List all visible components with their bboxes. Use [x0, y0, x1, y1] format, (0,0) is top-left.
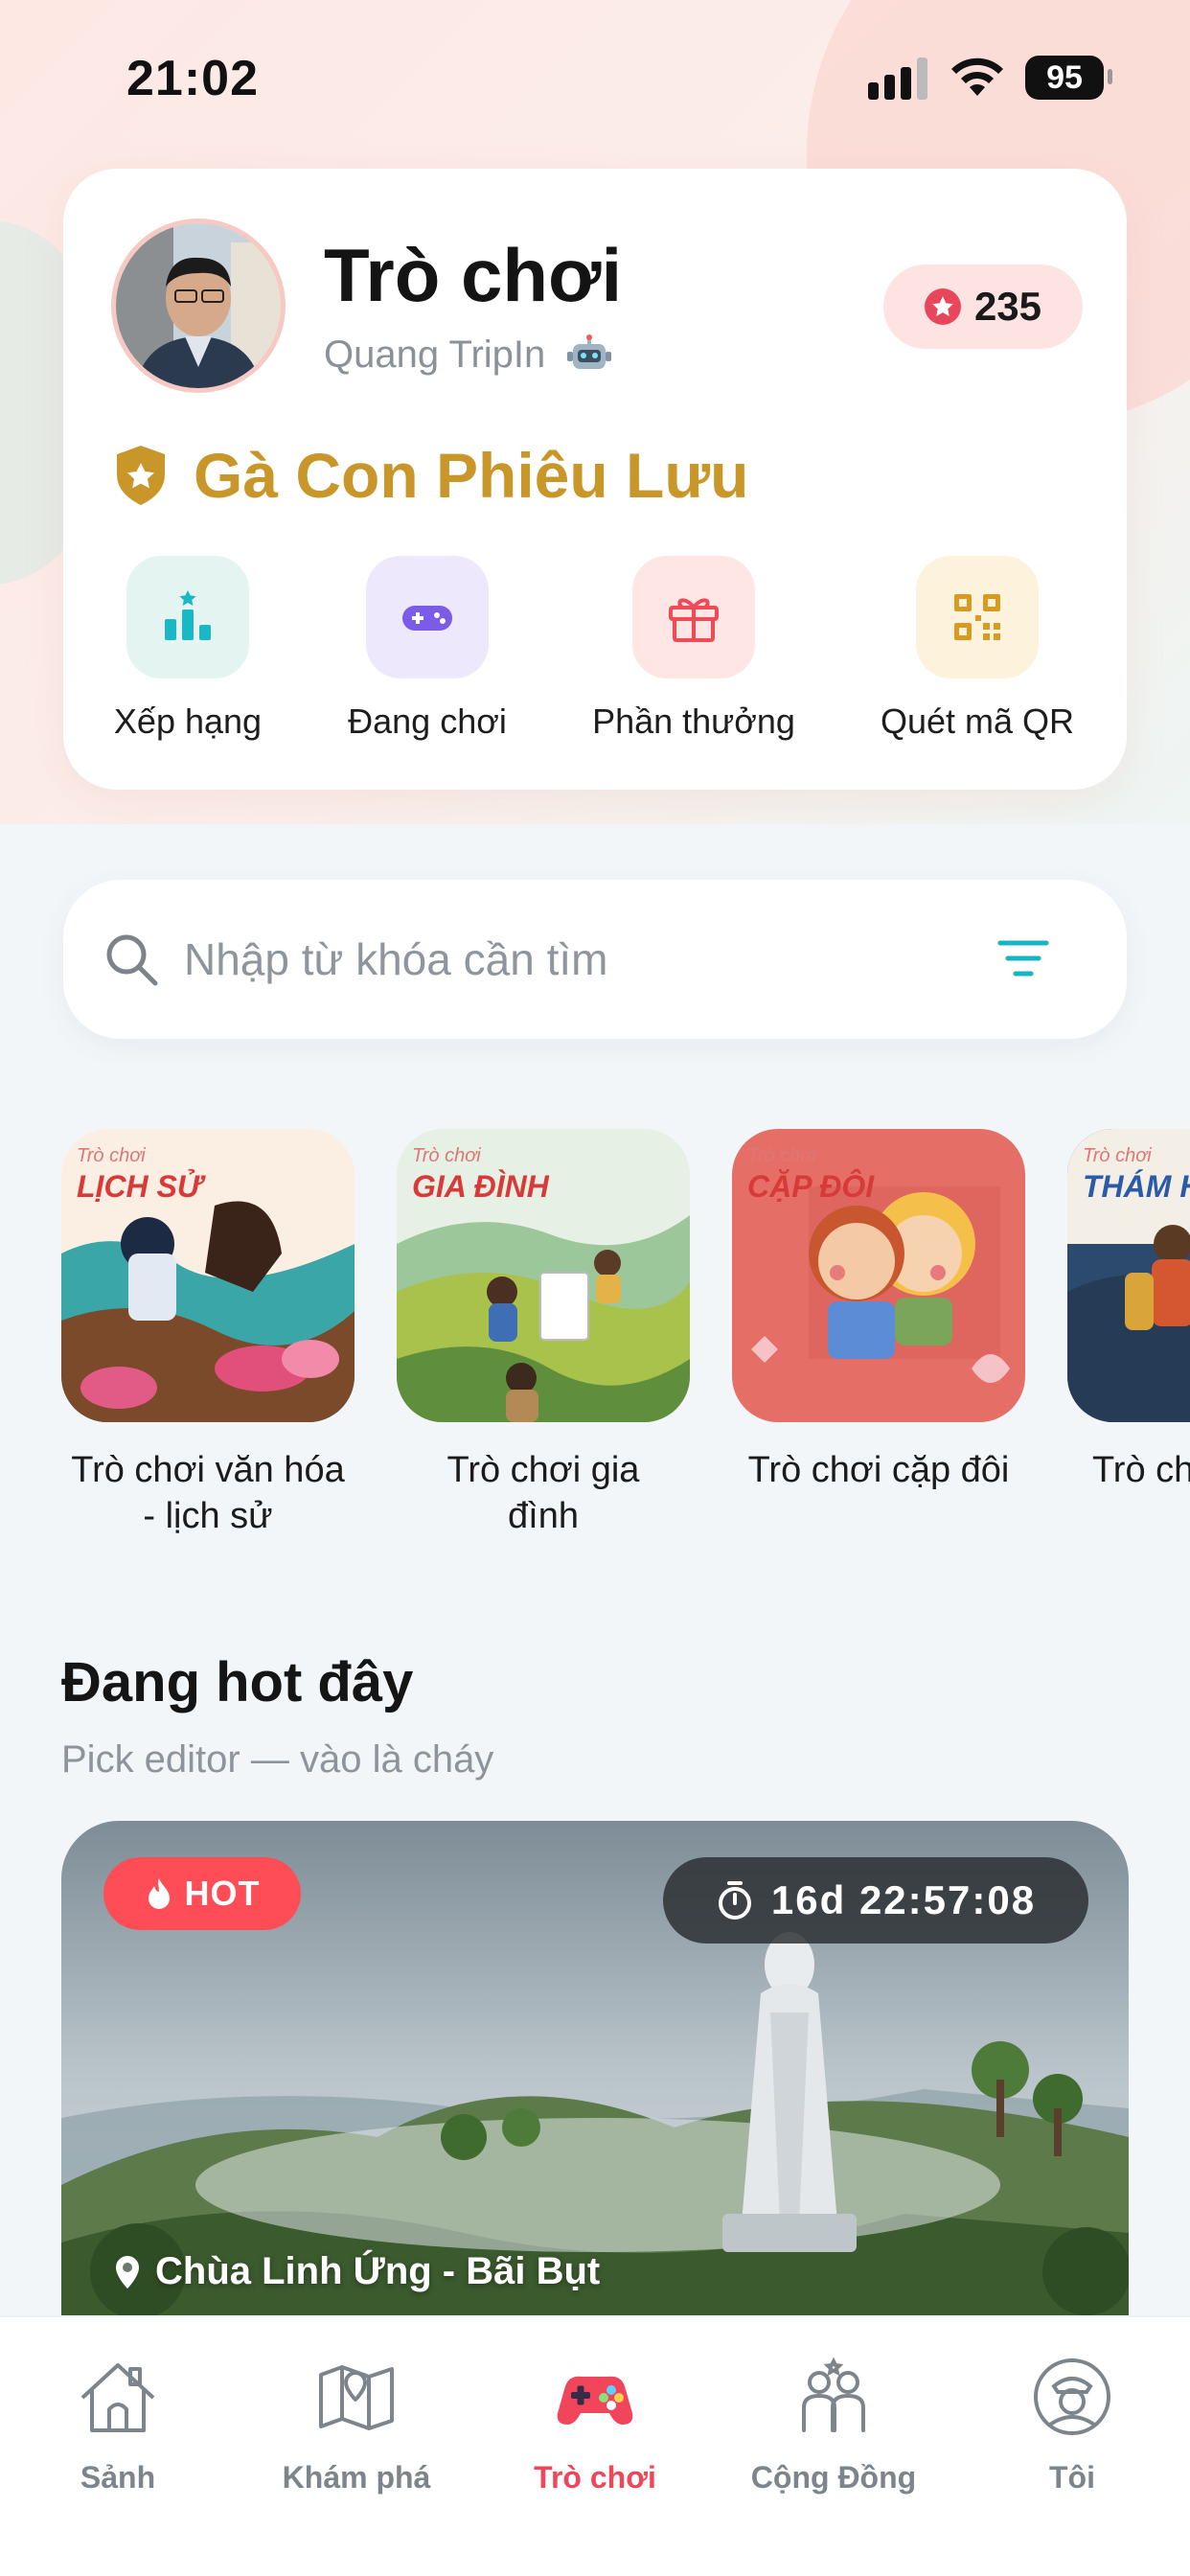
tab-label: Trò chơi — [534, 2460, 656, 2495]
shield-icon — [117, 446, 165, 505]
category-label: Trò chh — [1092, 1450, 1190, 1490]
category-image: Trò chơi CẶP ĐÔI — [732, 1129, 1025, 1422]
category-label: Trò chơi văn hóa - lịch sử — [71, 1450, 345, 1536]
hot-badge: HOT — [103, 1857, 301, 1930]
game-controller-icon — [557, 2376, 633, 2425]
tab-explore[interactable]: Khám phá — [261, 2354, 452, 2496]
tab-games[interactable]: Trò chơi — [499, 2354, 691, 2496]
home-icon — [80, 2363, 155, 2432]
category-tag: Trò chơi CẶP ĐÔI — [747, 1145, 875, 1204]
countdown-timer: 16d 22:57:08 — [663, 1857, 1088, 1944]
stopwatch-icon — [718, 1881, 751, 1920]
category-card-family[interactable]: Trò chơi GIA ĐÌNH Trò chơi gia đình — [397, 1129, 690, 1539]
tab-label: Sảnh — [80, 2460, 156, 2495]
tab-home[interactable]: Sảnh — [22, 2354, 214, 2496]
quick-action-label: Xếp hạng — [113, 702, 263, 741]
category-card-explore[interactable]: Trò chơiTHÁM HI Trò chh — [1067, 1129, 1190, 1539]
tab-label: Tôi — [1049, 2460, 1095, 2495]
hot-badge-label: HOT — [184, 1874, 261, 1913]
category-image: Trò chơi GIA ĐÌNH — [397, 1129, 690, 1422]
quick-action-rewards[interactable]: Phần thưởng — [579, 556, 809, 742]
section-subtitle: Pick editor — vào là cháy — [61, 1738, 494, 1781]
category-label: Trò chơi cặp đôi — [747, 1450, 1010, 1490]
category-card-history[interactable]: Trò chơi LỊCH SỬ Trò chơi văn hóa - lịch s… — [61, 1129, 355, 1539]
community-icon — [802, 2357, 865, 2432]
quick-action-scan-qr[interactable]: Quét mã QR — [862, 556, 1092, 742]
category-tag: Trò chơi GIA ĐÌNH — [412, 1145, 549, 1204]
quick-actions: Xếp hạng Đang chơi Phần thưởng Quét mã Q… — [63, 556, 1127, 748]
points-badge[interactable]: 235 — [883, 264, 1083, 349]
tab-me[interactable]: Tôi — [976, 2354, 1168, 2496]
tab-label: Khám phá — [282, 2460, 431, 2495]
cellular-signal-icon — [868, 58, 929, 100]
username-text: Quang TripIn — [324, 334, 546, 376]
tab-label: Cộng Đồng — [750, 2460, 917, 2495]
bottom-tab-bar: Sảnh Khám phá Trò chơi Cộng Đồng Tôi — [0, 2315, 1190, 2576]
location-text: Chùa Linh Ứng - Bãi Bụt — [155, 2250, 601, 2292]
category-image: Trò chơiTHÁM HI — [1067, 1129, 1190, 1422]
category-image: Trò chơi LỊCH SỬ — [61, 1129, 355, 1422]
quick-action-label: Quét mã QR — [880, 702, 1075, 741]
section-title: Đang hot đây — [61, 1651, 414, 1714]
leaderboard-icon — [126, 556, 249, 678]
tab-community[interactable]: Cộng Đồng — [738, 2354, 929, 2496]
qr-code-icon — [916, 556, 1039, 678]
category-carousel[interactable]: Trò chơi LỊCH SỬ Trò chơi văn hóa - lịch s… — [61, 1129, 1190, 1551]
gamepad-icon — [366, 556, 489, 678]
quick-action-leaderboard[interactable]: Xếp hạng — [73, 556, 303, 742]
wifi-icon — [951, 58, 1003, 96]
status-bar: 21:02 95 — [0, 0, 1190, 144]
rank-name: Gà Con Phiêu Lưu — [194, 440, 749, 511]
search-bar[interactable]: Nhập từ khóa cần tìm — [63, 880, 1127, 1039]
rank-row: Gà Con Phiêu Lưu — [113, 439, 748, 512]
quick-action-playing[interactable]: Đang chơi — [312, 556, 542, 742]
search-icon — [106, 934, 158, 986]
fire-icon — [148, 1878, 170, 1909]
battery-tip — [1108, 69, 1112, 84]
countdown-value: 16d 22:57:08 — [770, 1877, 1037, 1922]
points-value: 235 — [973, 284, 1042, 329]
location-label: Chùa Linh Ứng - Bãi Bụt — [113, 2250, 600, 2293]
username: Quang TripIn — [324, 334, 612, 377]
map-icon — [319, 2365, 394, 2430]
category-card-couple[interactable]: Trò chơi CẶP ĐÔI Trò chơi cặp đôi — [732, 1129, 1025, 1493]
quick-action-label: Phần thưởng — [592, 702, 795, 741]
status-time: 21:02 — [126, 51, 259, 106]
filter-icon[interactable] — [995, 933, 1052, 985]
star-icon — [924, 288, 961, 325]
profile-card: Trò chơi Quang TripIn 235 Gà Con Phiêu L… — [63, 169, 1127, 790]
search-input[interactable]: Nhập từ khóa cần tìm — [184, 933, 607, 985]
quick-action-label: Đang chơi — [348, 702, 507, 741]
category-tag: Trò chơiTHÁM HI — [1083, 1145, 1190, 1204]
page-title: Trò chơi — [324, 233, 623, 317]
profile-icon — [1034, 2358, 1110, 2435]
avatar[interactable] — [111, 218, 286, 393]
gift-icon — [632, 556, 755, 678]
robot-icon — [567, 334, 612, 369]
hot-game-card[interactable]: HOT 16d 22:57:08 Chùa Linh Ứng - Bãi Bụt — [61, 1821, 1129, 2319]
category-tag: Trò chơi LỊCH SỬ — [77, 1145, 202, 1204]
category-label: Trò chơi gia đình — [446, 1450, 640, 1536]
battery-indicator: 95 — [1025, 56, 1104, 100]
location-pin-icon — [116, 2255, 139, 2288]
